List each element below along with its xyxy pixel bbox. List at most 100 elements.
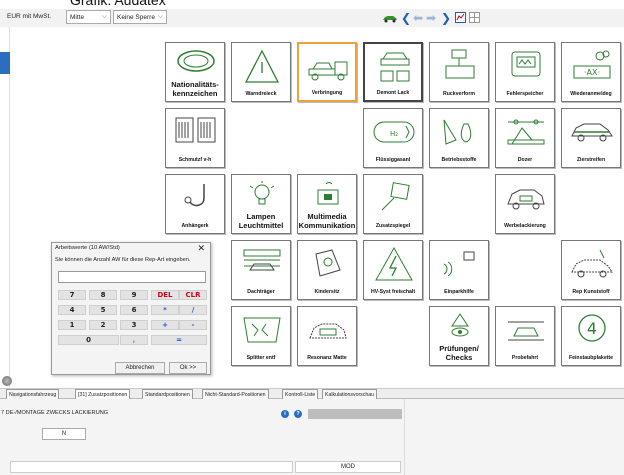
price-mode-label: EUR mit MwSt. [7, 13, 52, 20]
key-9[interactable]: 9 [120, 290, 148, 300]
tile-label: Zierstreifen [576, 157, 606, 163]
tile-kindersitz[interactable]: Kindersitz [297, 240, 357, 300]
lock-select[interactable]: Keine Sperre ⌵ [113, 10, 167, 24]
next-arrow-icon[interactable]: ➡ [425, 11, 437, 25]
settings-icon[interactable] [2, 376, 12, 386]
tab-kalkulationsvorschau[interactable]: Kalkulationsvorschau [322, 389, 378, 399]
key-plus[interactable]: + [151, 320, 179, 330]
status-bar [308, 409, 402, 419]
key-4[interactable]: 4 [58, 305, 86, 315]
tile-dozer[interactable]: Dozer [495, 108, 555, 168]
tile-zusatzspiegel[interactable]: Zusatzspiegel [363, 174, 423, 234]
tile-verbringung[interactable]: Verbringung [297, 42, 357, 102]
chevron-down-icon: ⌵ [157, 13, 163, 20]
toolbar: EUR mit MwSt. Mitte ⌵ Keine Sperre ⌵ ❮ ⬅… [0, 9, 624, 27]
tile-label: Feinstaubplakette [568, 355, 614, 361]
key-8[interactable]: 8 [89, 290, 117, 300]
tab-bar: Navigationsfahrzeug [31] Zusatzpositione… [0, 388, 624, 399]
tile-label: Kindersitz [314, 289, 340, 295]
tile-splitter-entf[interactable]: Splitter entf [231, 306, 291, 366]
tile-label: Resonanz Matte [307, 355, 347, 361]
tile-probefahrt[interactable]: Probefahrt [495, 306, 555, 366]
forward-arrow-icon[interactable]: ❯ [440, 11, 452, 25]
tile-wiederanmeldeg[interactable]: ·AX· Wiederanmeldeg [561, 42, 621, 102]
tab-zusatzpositionen[interactable]: [31] Zusatzpositionen [75, 389, 131, 399]
tile-betriebsstoffe[interactable]: Betriebsstoffe [429, 108, 489, 168]
value-field[interactable]: N [42, 428, 86, 440]
tab-navigationsfahrzeug[interactable]: Navigationsfahrzeug [6, 389, 60, 399]
tile-label: Dachträger [247, 289, 275, 295]
key-comma[interactable]: , [120, 335, 148, 345]
svg-text:4: 4 [587, 319, 597, 338]
tile-pruefungen[interactable]: Prüfungen/ Checks [429, 306, 489, 366]
tile-nationalitaetskennzeichen[interactable]: Nationalitäts- kennzeichen [165, 42, 225, 102]
tile-dachtraeger[interactable]: Dachträger [231, 240, 291, 300]
tile-ruckverform[interactable]: Ruckverform [429, 42, 489, 102]
tile-label: Ruckverform [442, 91, 475, 97]
tile-fluessiggasanl[interactable]: H₂ Flüssiggasanl [363, 108, 423, 168]
help-icon[interactable]: ? [294, 410, 302, 418]
position-select[interactable]: Mitte ⌵ [66, 10, 111, 24]
key-0[interactable]: 0 [58, 335, 119, 345]
tile-label: Flüssiggasanl [375, 157, 411, 163]
tile-demont-lack[interactable]: Demont Lack [363, 42, 423, 102]
tile-rep-kunststoff[interactable]: Rep Kunststoff [561, 240, 621, 300]
key-multiply[interactable]: * [151, 305, 179, 315]
tile-feinstaubplakette[interactable]: 4 Feinstaubplakette [561, 306, 621, 366]
left-strip-highlight [0, 52, 10, 74]
tile-schmutzf[interactable]: Schmutzf v-h [165, 108, 225, 168]
key-1[interactable]: 1 [58, 320, 86, 330]
tile-label: Verbringung [311, 90, 343, 96]
tile-label: Schmutzf v-h [178, 157, 212, 163]
key-divide[interactable]: / [179, 305, 207, 315]
tile-anhaengerk[interactable]: Anhängerk [165, 174, 225, 234]
chart-icon[interactable] [454, 11, 466, 24]
tile-label: Dozer [517, 157, 533, 163]
chevron-down-icon: ⌵ [101, 13, 107, 20]
tile-resonanz-matte[interactable]: Resonanz Matte [297, 306, 357, 366]
key-del[interactable]: DEL [151, 290, 179, 300]
tile-label: Betriebsstoffe [441, 157, 477, 163]
tile-zierstreifen[interactable]: Zierstreifen [561, 108, 621, 168]
ok-button[interactable]: Ok >> [169, 362, 207, 374]
tile-multimedia[interactable]: Multimedia Kommunikation [297, 174, 357, 234]
detail-panel-right [404, 399, 624, 475]
tab-nicht-standard[interactable]: Nicht-Standard-Positionen [202, 389, 269, 399]
position-value: Mitte [70, 14, 85, 21]
tile-werbelackierung[interactable]: Werbelackierung [495, 174, 555, 234]
tile-fehlerspeicher[interactable]: Fehlerspeicher [495, 42, 555, 102]
dialog-title: Arbeitswerte (10 AW/Std) [55, 245, 120, 251]
info-icon[interactable]: i [281, 410, 289, 418]
tile-label: Zusatzspiegel [375, 223, 411, 229]
tile-warndreieck[interactable]: Warndreieck [231, 42, 291, 102]
description-field[interactable] [10, 461, 293, 473]
tile-label: Splitter entf [246, 355, 276, 361]
tab-standardpositionen[interactable]: Standardpositionen [142, 389, 193, 399]
svg-text:·AX·: ·AX· [584, 68, 600, 77]
key-6[interactable]: 6 [120, 305, 148, 315]
car-icon[interactable] [382, 11, 398, 24]
left-strip [0, 27, 10, 387]
key-3[interactable]: 3 [120, 320, 148, 330]
tile-einparkhilfe[interactable]: Einparkhilfe [429, 240, 489, 300]
tile-lampen[interactable]: Lampen Leuchtmittel [231, 174, 291, 234]
prev-arrow-icon[interactable]: ⬅ [412, 11, 424, 25]
tile-label: Rep Kunststoff [572, 289, 610, 295]
tile-label: Anhängerk [181, 223, 209, 229]
tile-hv-syst[interactable]: HV-Syst freischalt [363, 240, 423, 300]
key-minus[interactable]: - [179, 320, 207, 330]
key-7[interactable]: 7 [58, 290, 86, 300]
aw-input-dialog: Arbeitswerte (10 AW/Std) ✕ Sie können di… [51, 242, 211, 375]
tab-kontroll-liste[interactable]: Kontroll-Liste [282, 389, 319, 399]
key-2[interactable]: 2 [89, 320, 117, 330]
tile-label: Einparkhilfe [444, 289, 474, 295]
key-5[interactable]: 5 [89, 305, 117, 315]
close-icon[interactable]: ✕ [197, 243, 205, 254]
grid-icon[interactable] [468, 11, 480, 24]
cancel-button[interactable]: Abbrechen [115, 362, 165, 374]
key-equals[interactable]: = [151, 335, 207, 345]
aw-input[interactable] [58, 271, 206, 283]
key-clr[interactable]: CLR [179, 290, 207, 300]
back-arrow-icon[interactable]: ❮ [400, 11, 412, 25]
tile-label: Multimedia Kommunikation [298, 212, 356, 230]
